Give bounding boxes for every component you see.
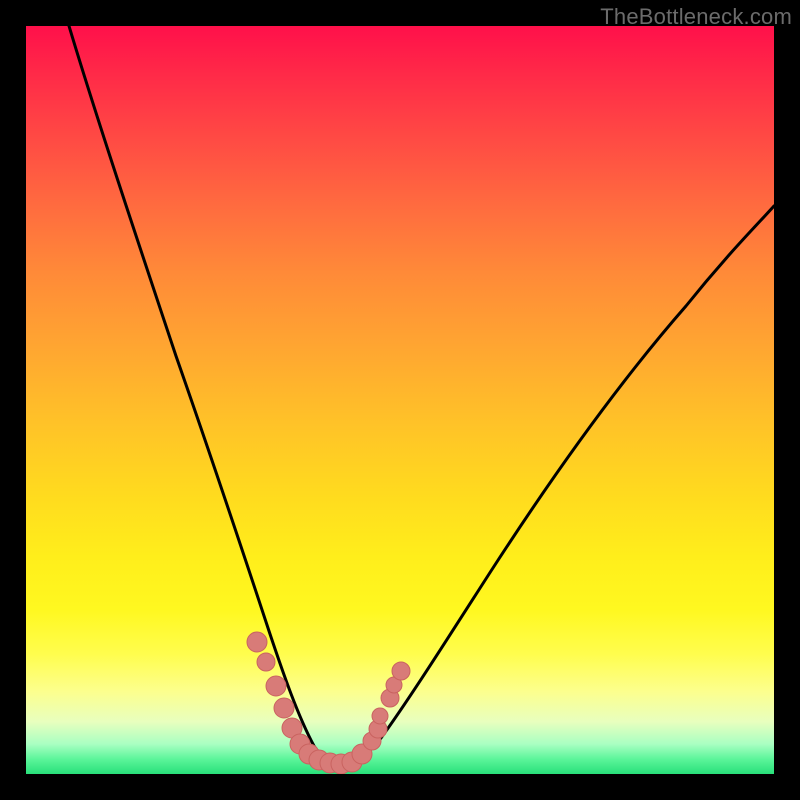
marker-point xyxy=(274,698,294,718)
marker-point xyxy=(392,662,410,680)
curve-right-branch xyxy=(349,206,774,764)
plot-area xyxy=(26,26,774,774)
marker-point xyxy=(247,632,267,652)
bottleneck-curve xyxy=(26,26,774,774)
curve-left-branch xyxy=(69,26,323,758)
chart-frame: TheBottleneck.com xyxy=(0,0,800,800)
marker-point xyxy=(372,708,388,724)
marker-group xyxy=(247,632,410,774)
watermark-text: TheBottleneck.com xyxy=(600,4,792,30)
marker-point xyxy=(266,676,286,696)
marker-point xyxy=(257,653,275,671)
